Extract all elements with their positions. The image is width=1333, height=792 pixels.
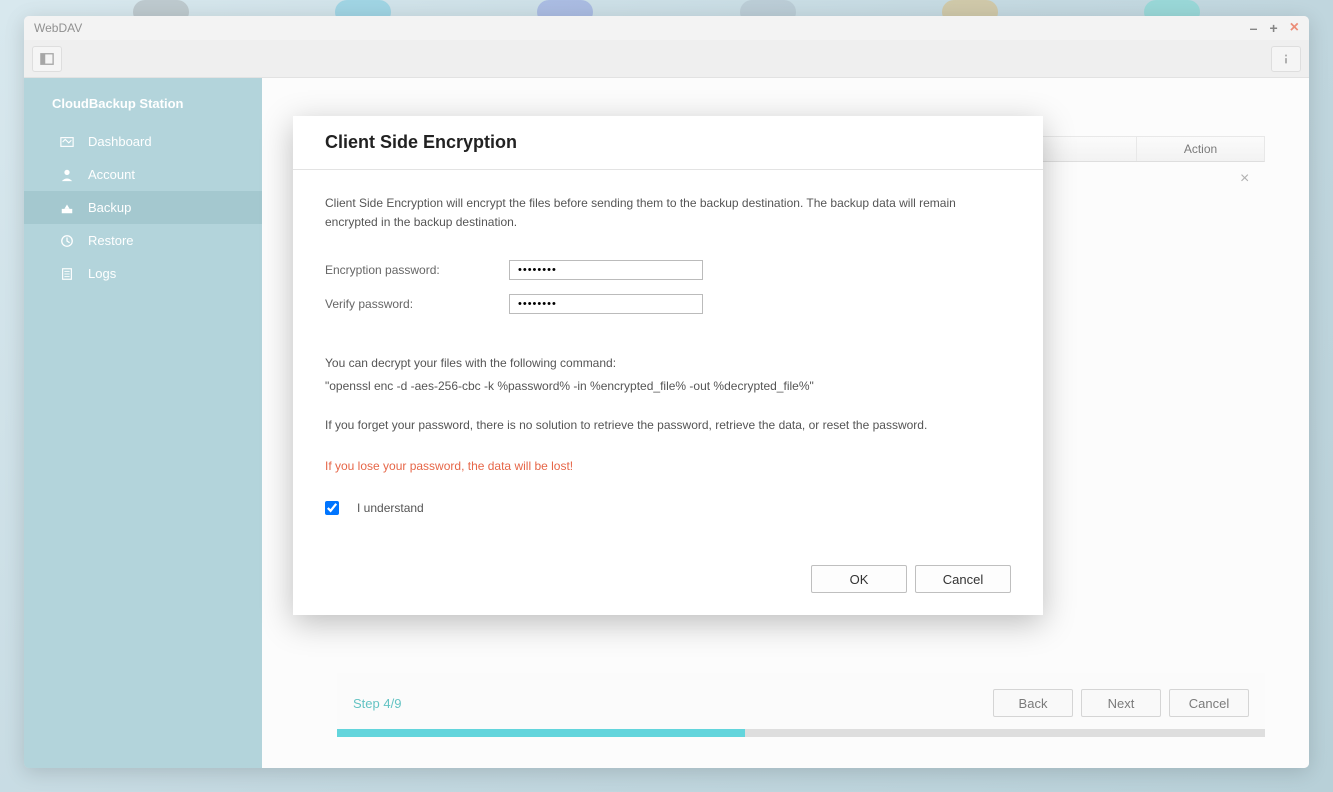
- toolbar: [24, 40, 1309, 78]
- restore-icon: [60, 234, 74, 248]
- cancel-button[interactable]: Cancel: [915, 565, 1011, 593]
- sidebar-item-dashboard[interactable]: Dashboard: [24, 125, 262, 158]
- sidebar-title: CloudBackup Station: [24, 88, 262, 125]
- logs-icon: [60, 267, 74, 281]
- understand-label: I understand: [357, 501, 424, 515]
- close-icon[interactable]: ×: [1240, 170, 1254, 184]
- dialog-description: Client Side Encryption will encrypt the …: [325, 194, 1011, 232]
- sidebar-item-label: Dashboard: [88, 134, 152, 149]
- sidebar-item-backup[interactable]: Backup: [24, 191, 262, 224]
- sidebar-item-restore[interactable]: Restore: [24, 224, 262, 257]
- wizard-progress-bar: [337, 729, 1265, 737]
- verify-password-input[interactable]: [509, 294, 703, 314]
- window-close-icon[interactable]: ×: [1290, 19, 1299, 37]
- encryption-password-label: Encryption password:: [325, 263, 509, 277]
- person-icon: [60, 168, 74, 182]
- wizard-step-label: Step 4/9: [353, 696, 401, 711]
- encryption-password-input[interactable]: [509, 260, 703, 280]
- panel-icon: [40, 52, 54, 66]
- sidebar-item-account[interactable]: Account: [24, 158, 262, 191]
- info-icon: [1279, 52, 1293, 66]
- dialog-header: Client Side Encryption: [293, 116, 1043, 170]
- ok-button[interactable]: OK: [811, 565, 907, 593]
- verify-password-label: Verify password:: [325, 297, 509, 311]
- back-button[interactable]: Back: [993, 689, 1073, 717]
- wizard-progress-fill: [337, 729, 745, 737]
- window-controls: – + ×: [1250, 19, 1299, 37]
- wizard-cancel-button[interactable]: Cancel: [1169, 689, 1249, 717]
- table-header-action: Action: [1136, 137, 1264, 161]
- panel-toggle-button[interactable]: [32, 46, 62, 72]
- decrypt-intro: You can decrypt your files with the foll…: [325, 352, 1011, 375]
- understand-checkbox[interactable]: [325, 501, 339, 515]
- sidebar-item-label: Logs: [88, 266, 116, 281]
- dialog-footer: OK Cancel: [293, 551, 1043, 615]
- encryption-dialog: Client Side Encryption Client Side Encry…: [293, 116, 1043, 615]
- dialog-body: Client Side Encryption will encrypt the …: [293, 170, 1043, 551]
- window-minimize-icon[interactable]: –: [1250, 20, 1258, 36]
- info-button[interactable]: [1271, 46, 1301, 72]
- sidebar-item-label: Account: [88, 167, 135, 182]
- window-maximize-icon[interactable]: +: [1269, 20, 1277, 36]
- decrypt-info: You can decrypt your files with the foll…: [325, 352, 1011, 398]
- dialog-title: Client Side Encryption: [325, 132, 1011, 153]
- backup-icon: [60, 201, 74, 215]
- forget-warning: If you forget your password, there is no…: [325, 416, 1011, 435]
- sidebar-item-label: Restore: [88, 233, 134, 248]
- next-button[interactable]: Next: [1081, 689, 1161, 717]
- sidebar-item-logs[interactable]: Logs: [24, 257, 262, 290]
- decrypt-command: "openssl enc -d -aes-256-cbc -k %passwor…: [325, 375, 1011, 398]
- sidebar: CloudBackup Station Dashboard Account Ba…: [24, 78, 262, 768]
- dashboard-icon: [60, 135, 74, 149]
- sidebar-item-label: Backup: [88, 200, 131, 215]
- window-title-text: WebDAV: [34, 21, 82, 35]
- data-loss-warning: If you lose your password, the data will…: [325, 459, 1011, 473]
- window-titlebar: WebDAV – + ×: [24, 16, 1309, 40]
- wizard-footer: Step 4/9 Back Next Cancel: [337, 673, 1265, 733]
